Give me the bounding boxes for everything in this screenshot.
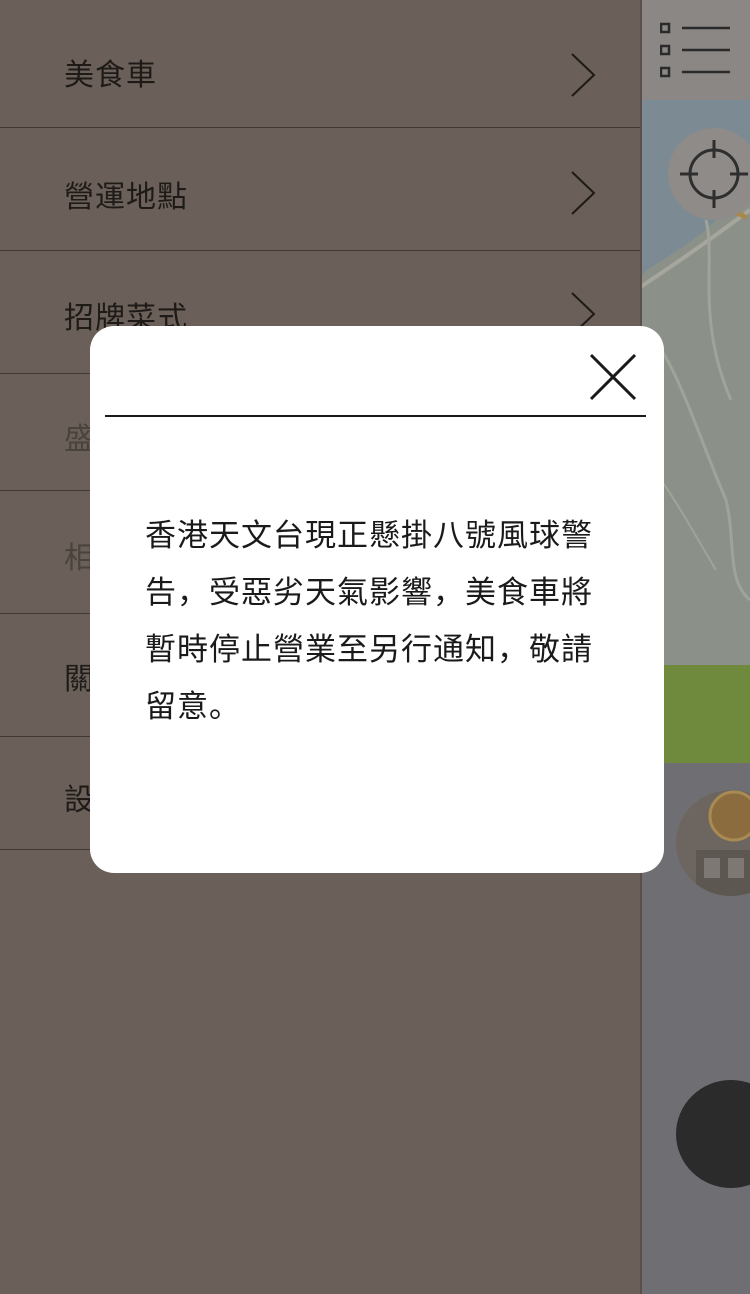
drawer-item-label: 營運地點 [64, 180, 188, 215]
close-icon[interactable] [587, 351, 639, 403]
drawer-item-locations[interactable]: 營運地點 [0, 128, 640, 251]
crosshair-icon [680, 140, 748, 208]
list-menu-icon[interactable] [660, 18, 732, 82]
typhoon-alert-modal: 香港天文台現正懸掛八號風球警告，受惡劣天氣影響，美食車將暫時停止營業至另行通知，… [90, 326, 664, 873]
drawer-item-label: 美食車 [64, 58, 157, 93]
modal-divider [105, 415, 646, 417]
drawer-item-food-truck[interactable]: 美食車 [0, 0, 640, 128]
chevron-right-icon [571, 53, 596, 97]
locate-button[interactable] [668, 128, 750, 220]
alert-message: 香港天文台現正懸掛八號風球警告，受惡劣天氣影響，美食車將暫時停止營業至另行通知，… [145, 518, 593, 725]
chevron-right-icon [571, 171, 596, 215]
